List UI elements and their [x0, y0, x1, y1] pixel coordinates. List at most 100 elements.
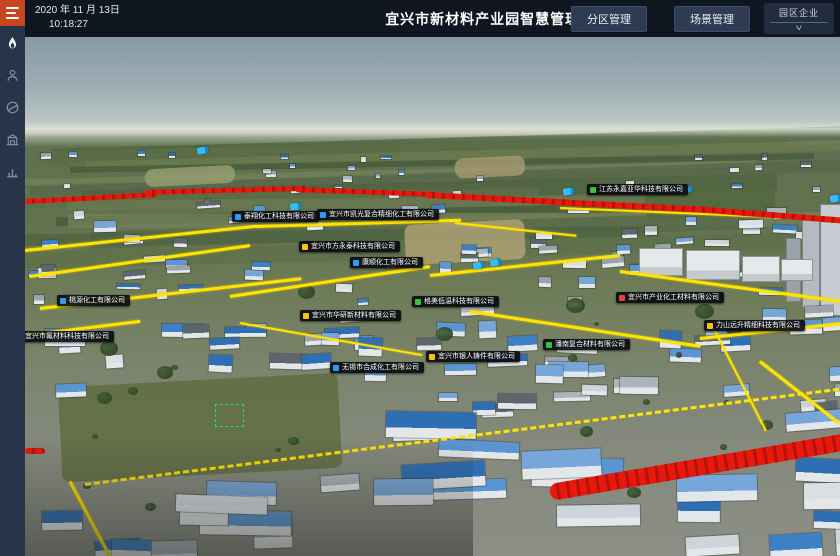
map-building — [445, 364, 476, 375]
map-building — [56, 383, 87, 397]
tree-blob — [157, 366, 172, 378]
map-building — [685, 534, 739, 556]
map-building — [183, 324, 210, 338]
sidebar-nav — [0, 34, 25, 180]
marker-icon — [60, 298, 66, 304]
map-building — [732, 183, 742, 188]
globe-icon[interactable] — [4, 98, 22, 116]
marker-icon — [429, 354, 435, 360]
company-marker[interactable]: 桃源化工有限公司 — [57, 295, 130, 306]
marker-label: 宜兴市银人铸件有限公司 — [438, 353, 515, 360]
map-building — [343, 176, 352, 182]
company-marker[interactable]: 无锡市合成化工有限公司 — [330, 362, 424, 373]
map-building — [336, 283, 352, 292]
company-marker[interactable]: 宜兴市氟材料科技有限公司 — [25, 331, 114, 342]
marker-label: 康顺化工有限公司 — [362, 259, 418, 266]
map-building — [94, 221, 116, 232]
tree-blob — [627, 487, 640, 498]
selection-box — [215, 404, 244, 427]
map-building — [117, 284, 140, 290]
company-marker[interactable]: 康顺化工有限公司 — [350, 257, 423, 268]
header: 2020 年 11 月 13日 10:18:27 宜兴市新材料产业园智慧管理平台… — [25, 0, 840, 37]
company-marker[interactable]: 潘南复合材料有限公司 — [543, 339, 630, 350]
tree-blob — [288, 437, 298, 445]
app-root: 2020 年 11 月 13日 10:18:27 宜兴市新材料产业园智慧管理平台… — [0, 0, 840, 556]
marker-label: 力山远升精细科技有限公司 — [716, 322, 800, 329]
flame-icon[interactable] — [4, 34, 22, 52]
map-building — [374, 478, 434, 505]
map-building — [462, 244, 476, 253]
map-building — [622, 229, 638, 238]
marker-icon — [302, 244, 308, 250]
tree-blob — [695, 304, 714, 319]
map-building — [381, 156, 391, 160]
map-building — [263, 169, 271, 174]
map-building — [521, 449, 601, 480]
sidebar — [0, 0, 25, 556]
marker-icon — [415, 299, 421, 305]
map-building — [762, 154, 767, 160]
map-building — [813, 186, 820, 192]
map-building — [144, 541, 198, 556]
park-enterprise-dropdown[interactable]: 园区企业 ∨ — [764, 3, 834, 34]
horizon-haze — [25, 121, 840, 137]
marker-label: 泰翔化工科技有限公司 — [244, 213, 314, 220]
map-building — [782, 260, 812, 280]
map-building — [695, 155, 702, 160]
tree-blob — [720, 444, 727, 449]
dropdown-label: 园区企业 — [779, 6, 819, 19]
company-marker[interactable]: 宜兴市银人铸件有限公司 — [426, 351, 520, 362]
map-building — [508, 336, 538, 352]
company-marker[interactable]: 江苏永嘉亚华科技有限公司 — [587, 184, 688, 195]
marker-label: 格美低温科技有限公司 — [424, 298, 494, 305]
building-icon[interactable] — [4, 130, 22, 148]
marker-label: 宜兴市产业化工材料有限公司 — [628, 294, 719, 301]
map-building — [361, 157, 366, 162]
map-3d-view[interactable]: 泰翔化工科技有限公司宜兴市凯光复合精细化工有限公司宜兴市方永泰科技有限公司康顺化… — [25, 37, 840, 556]
map-building — [225, 326, 266, 336]
map-building — [174, 238, 187, 247]
company-marker[interactable]: 宜兴市凯光复合精细化工有限公司 — [317, 209, 439, 220]
tree-blob — [275, 448, 280, 452]
tree-blob — [92, 434, 98, 439]
tree-blob — [643, 399, 650, 405]
tree-blob — [676, 352, 683, 357]
company-marker[interactable]: 宜兴市方永泰科技有限公司 — [299, 241, 400, 252]
zone-manage-button[interactable]: 分区管理 — [571, 6, 647, 32]
person-icon[interactable] — [4, 66, 22, 84]
map-building — [34, 294, 44, 303]
map-building — [138, 151, 146, 156]
hamburger-menu-icon[interactable] — [0, 0, 25, 26]
tree-blob — [568, 354, 577, 361]
marker-label: 宜兴市华研新材料有限公司 — [312, 312, 396, 319]
map-building — [804, 483, 840, 509]
marker-icon — [333, 365, 339, 371]
map-building — [176, 494, 268, 514]
map-building — [41, 153, 51, 159]
company-marker[interactable]: 格美低温科技有限公司 — [412, 296, 499, 307]
map-building — [801, 162, 811, 167]
map-building — [620, 377, 658, 395]
company-marker[interactable]: 宜兴市产业化工材料有限公司 — [616, 292, 724, 303]
map-building — [210, 338, 239, 351]
map-building — [743, 257, 779, 281]
map-building — [167, 266, 190, 274]
marker-icon — [707, 323, 713, 329]
company-marker[interactable]: 宜兴市华研新材料有限公司 — [300, 310, 401, 321]
scene-manage-button[interactable]: 场景管理 — [674, 6, 750, 32]
marker-label: 江苏永嘉亚华科技有限公司 — [599, 186, 683, 193]
marker-icon — [353, 260, 359, 266]
company-marker[interactable]: 力山远升精细科技有限公司 — [704, 320, 805, 331]
marker-icon — [546, 342, 552, 348]
map-building — [670, 349, 701, 363]
marker-icon — [303, 313, 309, 319]
tree-blob — [97, 392, 112, 404]
map-building — [64, 184, 70, 188]
map-building — [539, 277, 551, 288]
map-building — [686, 217, 696, 225]
bar-chart-icon[interactable] — [4, 162, 22, 180]
company-marker[interactable]: 泰翔化工科技有限公司 — [232, 211, 319, 222]
marker-label: 宜兴市氟材料科技有限公司 — [25, 333, 109, 340]
datetime: 2020 年 11 月 13日 10:18:27 — [35, 4, 120, 32]
map-building — [539, 246, 558, 255]
